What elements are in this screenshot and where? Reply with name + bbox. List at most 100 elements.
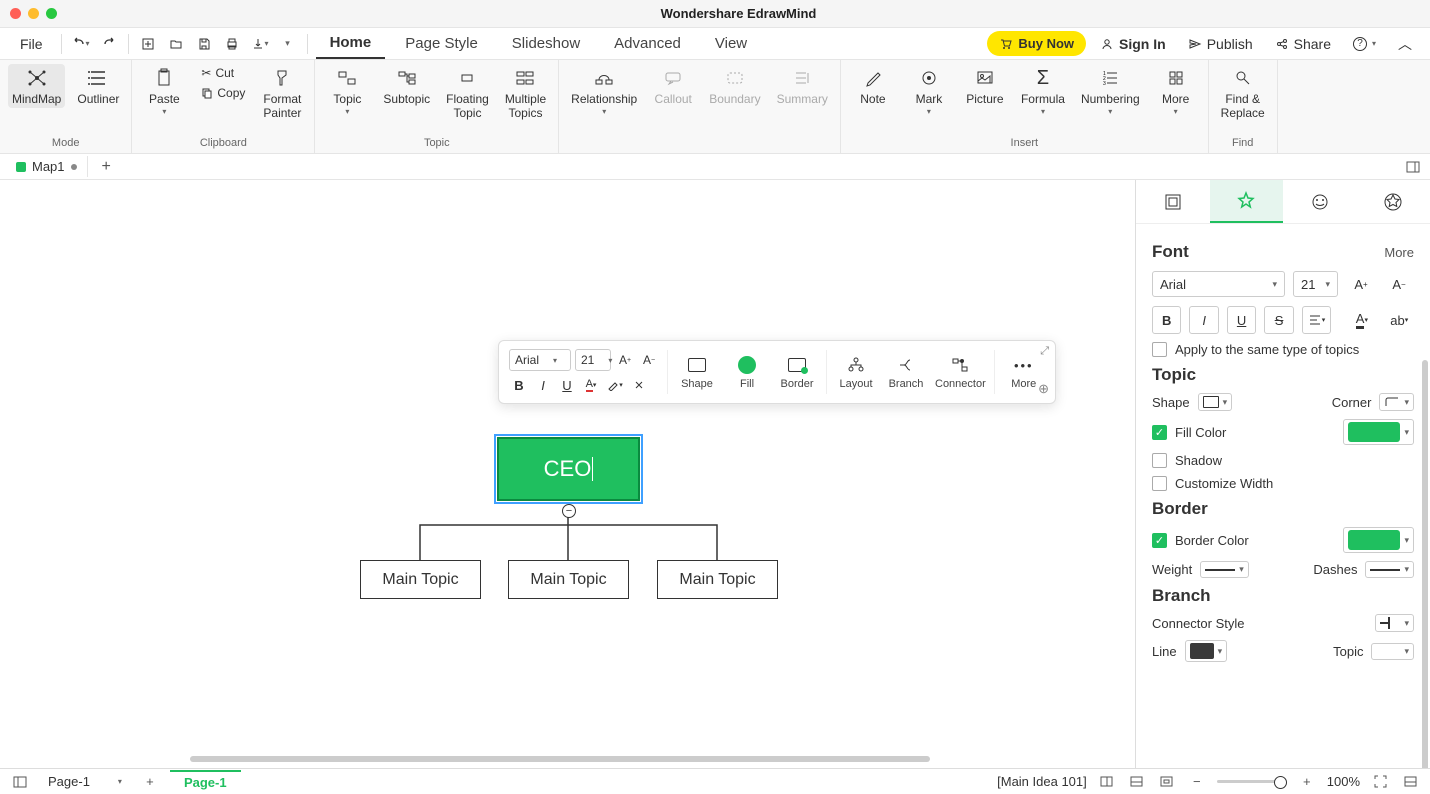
apply-same-type-checkbox[interactable] — [1152, 342, 1167, 357]
italic-button[interactable]: I — [1189, 306, 1218, 334]
relationship-button[interactable]: Relationship ▾ — [567, 64, 641, 118]
tab-view[interactable]: View — [701, 29, 761, 58]
border-color-select[interactable]: ▾ — [1343, 527, 1414, 553]
corner-select[interactable]: ▾ — [1379, 393, 1414, 411]
align-button[interactable]: ▾ — [1302, 306, 1331, 334]
root-node[interactable]: CEO — [497, 437, 640, 501]
export-button[interactable]: ▾ — [249, 33, 271, 55]
page-panel-toggle[interactable] — [10, 772, 30, 792]
tab-slideshow[interactable]: Slideshow — [498, 29, 594, 58]
floating-topic-button[interactable]: Floating Topic — [442, 64, 493, 122]
outliner-button[interactable]: Outliner — [73, 64, 123, 108]
shrink-font-button[interactable]: A− — [1384, 270, 1414, 298]
focus-button[interactable] — [1400, 772, 1420, 792]
weight-select[interactable]: ▾ — [1200, 561, 1249, 578]
mindmap-button[interactable]: MindMap — [8, 64, 65, 108]
fullscreen-button[interactable] — [1370, 772, 1390, 792]
paste-button[interactable]: Paste ▾ — [140, 64, 188, 118]
more-qat-button[interactable]: ▾ — [277, 33, 299, 55]
collapse-button[interactable]: − — [562, 504, 576, 518]
page-tab[interactable]: Page-1 — [170, 770, 241, 793]
numbering-button[interactable]: 123Numbering▾ — [1077, 64, 1144, 118]
child-node-1[interactable]: Main Topic — [360, 560, 481, 599]
zoom-out-button[interactable]: − — [1187, 772, 1207, 792]
font-family-select[interactable]: Arial▾ — [1152, 271, 1285, 297]
share-button[interactable]: Share — [1267, 32, 1339, 56]
boundary-button[interactable]: Boundary — [705, 64, 764, 108]
panel-scrollbar[interactable] — [1422, 360, 1428, 768]
maximize-window-button[interactable] — [46, 8, 57, 19]
topic-button[interactable]: Topic ▾ — [323, 64, 371, 118]
print-button[interactable] — [221, 33, 243, 55]
font-more-button[interactable]: More — [1384, 245, 1414, 260]
help-button[interactable]: ?▾ — [1345, 33, 1384, 55]
page-select[interactable]: Page-1▾ — [40, 772, 130, 791]
tab-page-style[interactable]: Page Style — [391, 29, 492, 58]
strike-button[interactable]: S — [1264, 306, 1293, 334]
note-button[interactable]: Note — [849, 64, 897, 108]
fill-color-select[interactable]: ▾ — [1343, 419, 1414, 445]
panel-tab-style[interactable] — [1210, 180, 1284, 223]
zoom-slider[interactable] — [1217, 780, 1287, 783]
summary-button[interactable]: Summary — [773, 64, 832, 108]
publish-button[interactable]: Publish — [1180, 32, 1261, 56]
case-button[interactable]: ab▾ — [1385, 306, 1414, 334]
underline-button[interactable]: U — [1227, 306, 1256, 334]
multiple-topics-button[interactable]: Multiple Topics — [501, 64, 550, 122]
new-tab-button[interactable]: + — [96, 158, 117, 176]
tab-home[interactable]: Home — [316, 28, 386, 59]
panel-tab-icon[interactable] — [1283, 180, 1357, 223]
horizontal-scrollbar[interactable] — [190, 756, 930, 762]
subtopic-button[interactable]: Subtopic — [379, 64, 434, 108]
font-color-button[interactable]: A▾ — [1347, 306, 1376, 334]
mark-button[interactable]: Mark▾ — [905, 64, 953, 118]
open-button[interactable] — [165, 33, 187, 55]
corner-label: Corner — [1332, 395, 1372, 410]
undo-button[interactable]: ▾ — [70, 33, 92, 55]
branch-topic-select[interactable]: ▾ — [1371, 643, 1414, 660]
view-grid-button[interactable] — [1097, 772, 1117, 792]
panel-tab-clipart[interactable] — [1357, 180, 1430, 223]
close-window-button[interactable] — [10, 8, 21, 19]
copy-button[interactable]: Copy — [196, 84, 250, 102]
line-color-select[interactable]: ▾ — [1185, 640, 1228, 662]
add-page-button[interactable]: + — [140, 772, 160, 792]
chevron-down-icon: ▾ — [1041, 107, 1045, 116]
document-tab-map1[interactable]: Map1 — [6, 156, 88, 177]
shadow-checkbox[interactable] — [1152, 453, 1167, 468]
tab-advanced[interactable]: Advanced — [600, 29, 695, 58]
canvas[interactable]: ⤢ ⊕ Arial▾ 21▾ A+ A− B I U A▾ ▾ — [0, 180, 1135, 768]
cut-button[interactable]: ✂Cut — [196, 64, 250, 82]
child-node-3[interactable]: Main Topic — [657, 560, 778, 599]
shape-select[interactable]: ▾ — [1198, 393, 1233, 411]
buy-now-button[interactable]: Buy Now — [987, 31, 1086, 56]
border-color-checkbox[interactable]: ✓ — [1152, 533, 1167, 548]
find-replace-button[interactable]: Find & Replace — [1217, 64, 1269, 122]
dashes-select[interactable]: ▾ — [1365, 561, 1414, 578]
view-split-button[interactable] — [1127, 772, 1147, 792]
new-button[interactable] — [137, 33, 159, 55]
toggle-panel-button[interactable] — [1406, 161, 1420, 173]
redo-button[interactable] — [98, 33, 120, 55]
fit-page-button[interactable] — [1157, 772, 1177, 792]
connector-style-select[interactable]: ▾ — [1375, 614, 1414, 632]
file-menu[interactable]: File — [10, 32, 53, 56]
bold-button[interactable]: B — [1152, 306, 1181, 334]
customize-width-checkbox[interactable] — [1152, 476, 1167, 491]
minimize-window-button[interactable] — [28, 8, 39, 19]
panel-tab-outline[interactable] — [1136, 180, 1210, 223]
collapse-ribbon-button[interactable]: ︿ — [1390, 30, 1420, 58]
picture-button[interactable]: Picture — [961, 64, 1009, 108]
formula-button[interactable]: ΣFormula▾ — [1017, 64, 1069, 118]
child-node-2[interactable]: Main Topic — [508, 560, 629, 599]
font-size-select[interactable]: 21▾ — [1293, 271, 1338, 297]
save-button[interactable] — [193, 33, 215, 55]
insert-more-button[interactable]: More▾ — [1152, 64, 1200, 118]
callout-button[interactable]: Callout — [649, 64, 697, 108]
zoom-in-button[interactable]: + — [1297, 772, 1317, 792]
format-painter-button[interactable]: Format Painter — [258, 64, 306, 122]
doc-icon — [16, 162, 26, 172]
fill-color-checkbox[interactable]: ✓ — [1152, 425, 1167, 440]
grow-font-button[interactable]: A+ — [1346, 270, 1376, 298]
sign-in-button[interactable]: Sign In — [1092, 32, 1174, 56]
